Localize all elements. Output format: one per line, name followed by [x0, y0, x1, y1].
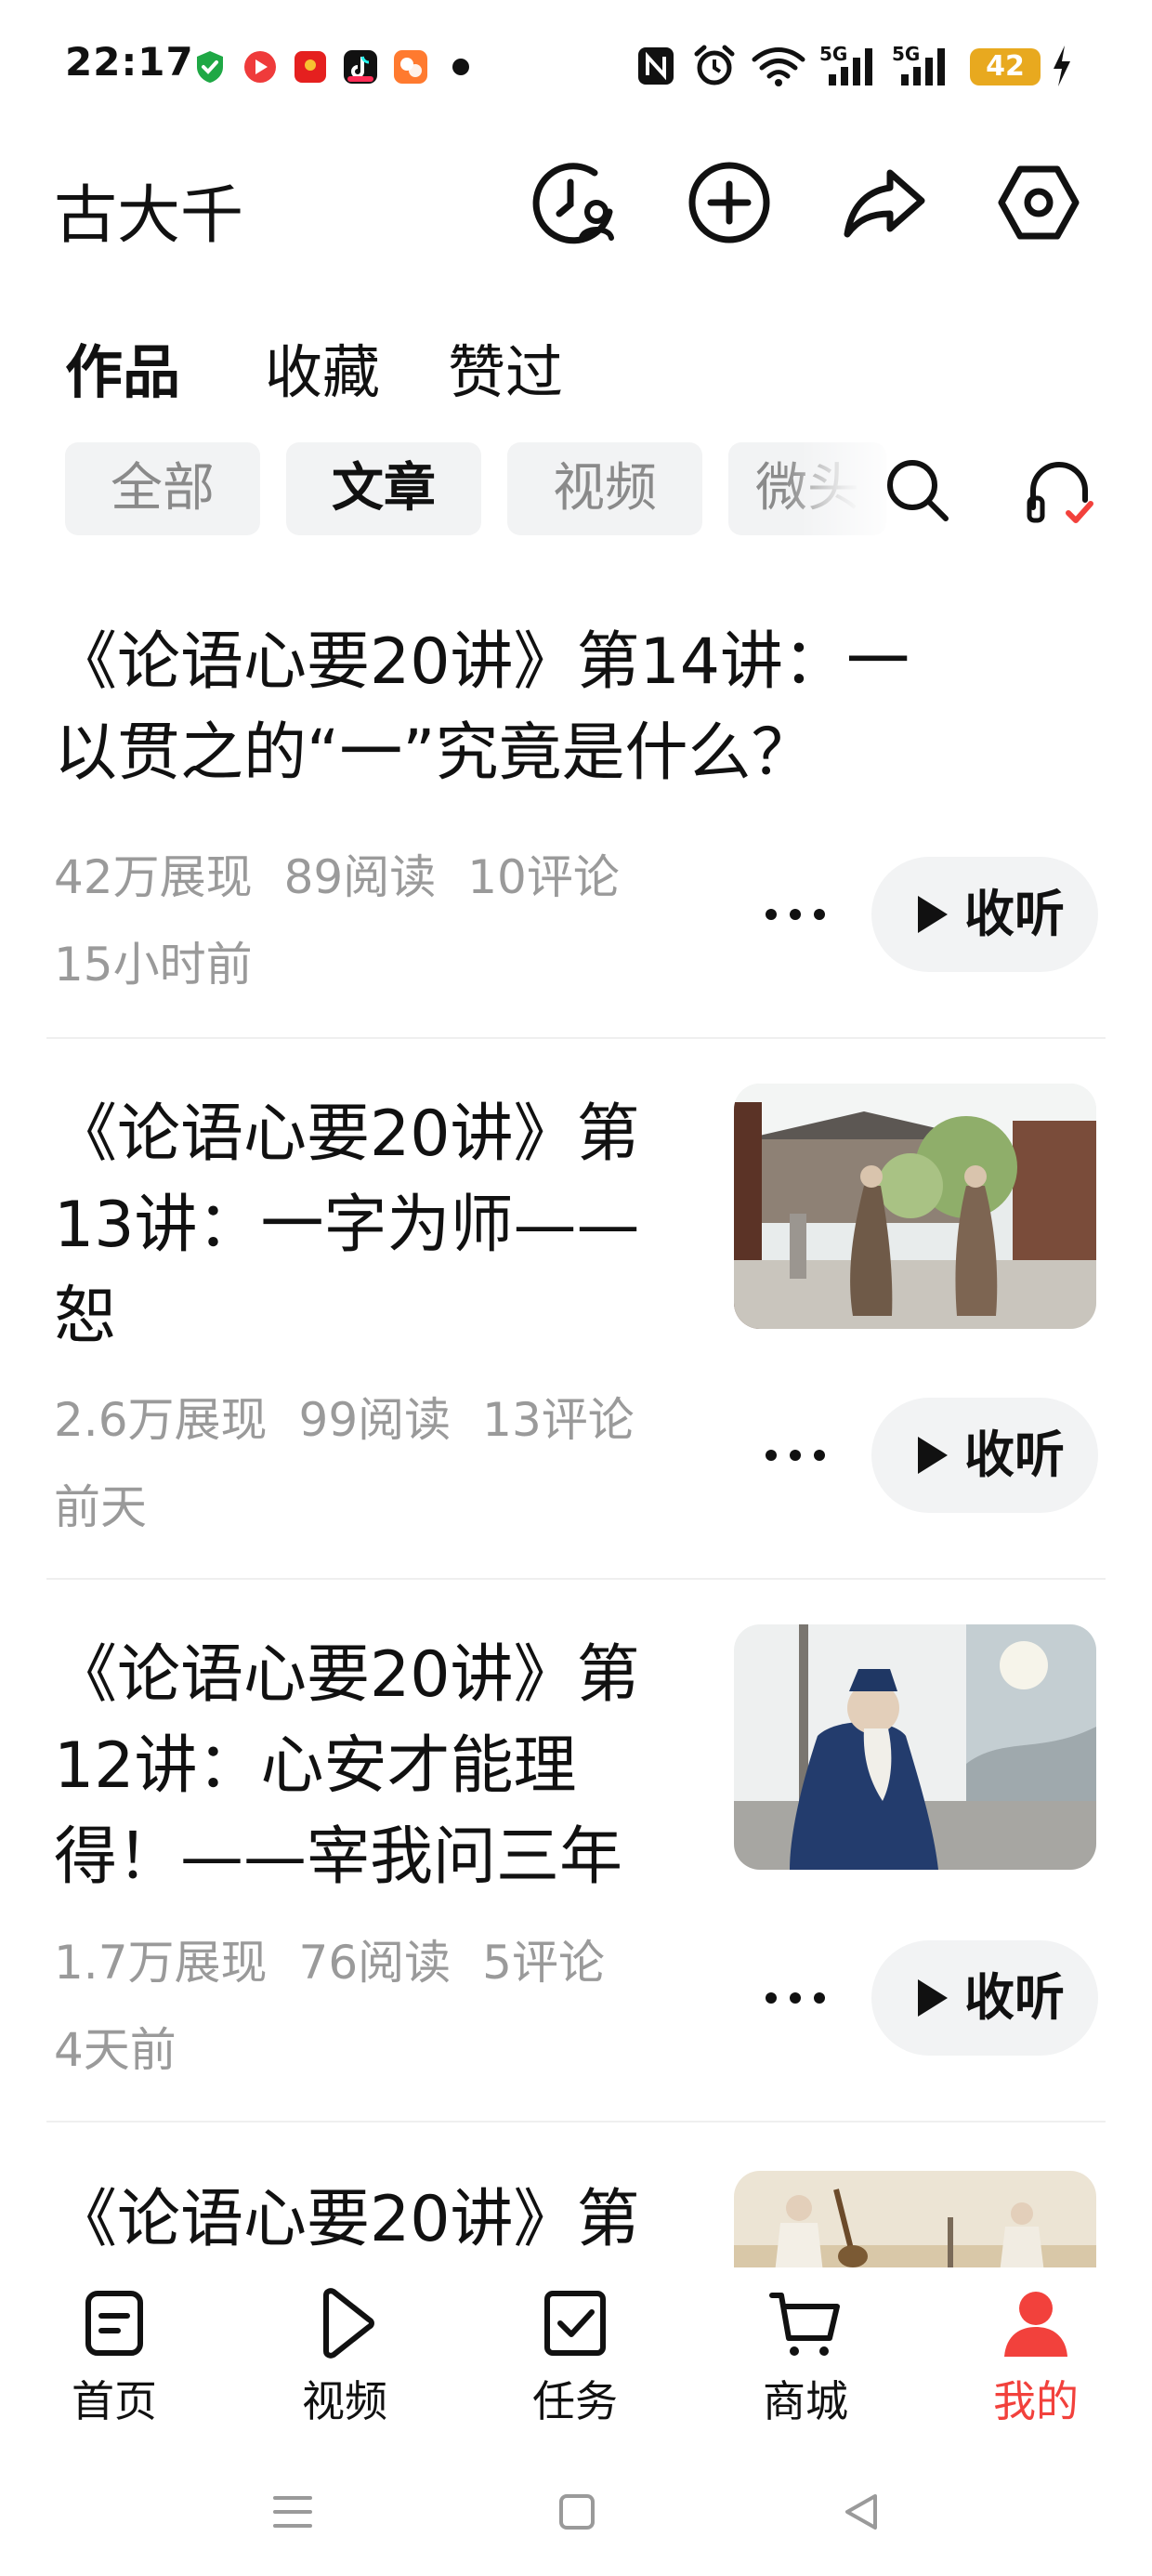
tab-works[interactable]: 作品 [65, 325, 180, 409]
headphones-icon[interactable] [1022, 452, 1096, 530]
impressions-count: 42万展现 [54, 850, 253, 904]
profile-name: 古大千 [54, 179, 244, 253]
tab-liked[interactable]: 赞过 [448, 325, 563, 409]
impressions-count: 1.7万展现 [54, 1936, 268, 1990]
tab-favorites[interactable]: 收藏 [265, 325, 380, 409]
nav-home[interactable]: 首页 [3, 2267, 226, 2453]
alarm-icon [694, 45, 735, 85]
listen-label: 收听 [964, 1968, 1065, 2027]
listen-button[interactable]: 收听 [871, 857, 1098, 972]
settings-icon[interactable] [992, 156, 1085, 249]
article-title-line[interactable]: 《论语心要20讲》第14讲：一 [54, 617, 910, 708]
comment-count: 10评论 [467, 850, 620, 904]
share-icon[interactable] [838, 156, 931, 249]
article-stats: 1.7万展现 76阅读 5评论 [54, 1925, 636, 1992]
article-title-line[interactable]: 得！——宰我问三年 [54, 1812, 622, 1903]
article-title-line[interactable]: 《论语心要20讲》第 [54, 1630, 640, 1721]
publish-time: 15小时前 [54, 938, 253, 992]
read-count: 76阅读 [298, 1936, 452, 1990]
history-icon[interactable] [530, 156, 622, 249]
person-icon [1004, 2292, 1067, 2357]
play-icon [918, 1979, 948, 2017]
nav-me[interactable]: 我的 [924, 2267, 1147, 2453]
dot-icon [452, 59, 469, 75]
read-count: 99阅读 [298, 1393, 452, 1447]
comment-count: 13评论 [482, 1393, 635, 1447]
back-icon[interactable] [838, 2489, 884, 2535]
play-icon [918, 896, 948, 933]
wifi-icon [752, 47, 805, 86]
charging-icon [1054, 46, 1070, 86]
nav-me-label: 我的 [993, 2376, 1079, 2426]
article-title-line[interactable]: 恕 [54, 1271, 117, 1362]
article-title-line[interactable]: 《论语心要20讲》第 [54, 1089, 640, 1180]
system-nav [0, 2453, 1152, 2576]
article-title-line[interactable]: 以贯之的“一”究竟是什么？ [54, 708, 814, 799]
more-icon[interactable] [758, 1979, 832, 2017]
shield-icon [197, 51, 223, 83]
publish-time: 4天前 [54, 2023, 177, 2077]
tiktok-icon [344, 50, 377, 84]
nav-mall[interactable]: 商城 [694, 2267, 917, 2453]
impressions-count: 2.6万展现 [54, 1393, 268, 1447]
search-icon[interactable] [881, 453, 955, 528]
listen-button[interactable]: 收听 [871, 1940, 1098, 2056]
article-title-line[interactable]: 《论语心要20讲》第 [54, 2175, 640, 2266]
home-icon [85, 2291, 143, 2356]
record-icon [244, 51, 276, 83]
signal-icon [901, 48, 945, 85]
article-stats: 2.6万展现 99阅读 13评论 [54, 1383, 666, 1450]
play-icon [323, 2288, 374, 2359]
nfc-icon [638, 47, 674, 85]
listen-label: 收听 [964, 1426, 1065, 1484]
nav-video[interactable]: 视频 [233, 2267, 456, 2453]
signal-icon [829, 48, 872, 85]
bottom-nav: 首页 视频 任务 商城 我的 [0, 2267, 1152, 2453]
article-thumbnail[interactable] [734, 1084, 1096, 1329]
photos-icon [394, 50, 427, 84]
article-thumbnail[interactable] [734, 1624, 1096, 1870]
more-icon[interactable] [758, 1437, 832, 1474]
battery-icon: 42 [970, 48, 1041, 85]
chip-all[interactable]: 全部 [65, 442, 260, 535]
comment-count: 5评论 [482, 1936, 605, 1990]
home-square-icon[interactable] [554, 2489, 600, 2535]
nav-video-label: 视频 [302, 2376, 387, 2426]
nav-mall-label: 商城 [763, 2376, 848, 2426]
nav-tasks[interactable]: 任务 [464, 2267, 687, 2453]
cart-icon [769, 2293, 840, 2356]
divider [46, 2121, 1106, 2123]
nav-tasks-label: 任务 [532, 2376, 618, 2426]
nav-home-label: 首页 [72, 2376, 157, 2426]
listen-button[interactable]: 收听 [871, 1398, 1098, 1513]
article-title-line[interactable]: 12讲：心安才能理 [54, 1721, 577, 1812]
red-packet-icon [295, 51, 326, 83]
divider [46, 1578, 1106, 1580]
read-count: 89阅读 [283, 850, 437, 904]
divider [46, 1037, 1106, 1039]
publish-time: 前天 [54, 1480, 147, 1534]
listen-label: 收听 [964, 885, 1065, 943]
chip-articles[interactable]: 文章 [286, 442, 481, 535]
article-stats: 42万展现 89阅读 10评论 [54, 840, 651, 907]
status-time: 22:17 [65, 39, 194, 85]
article-title-line[interactable]: 13讲：一字为师—— [54, 1180, 640, 1271]
article-thumbnail[interactable] [734, 2171, 1096, 2273]
chip-videos[interactable]: 视频 [507, 442, 702, 535]
play-icon [918, 1437, 948, 1474]
task-icon [544, 2291, 606, 2356]
add-icon[interactable] [683, 156, 776, 249]
more-icon[interactable] [758, 896, 832, 933]
menu-icon[interactable] [269, 2489, 316, 2535]
